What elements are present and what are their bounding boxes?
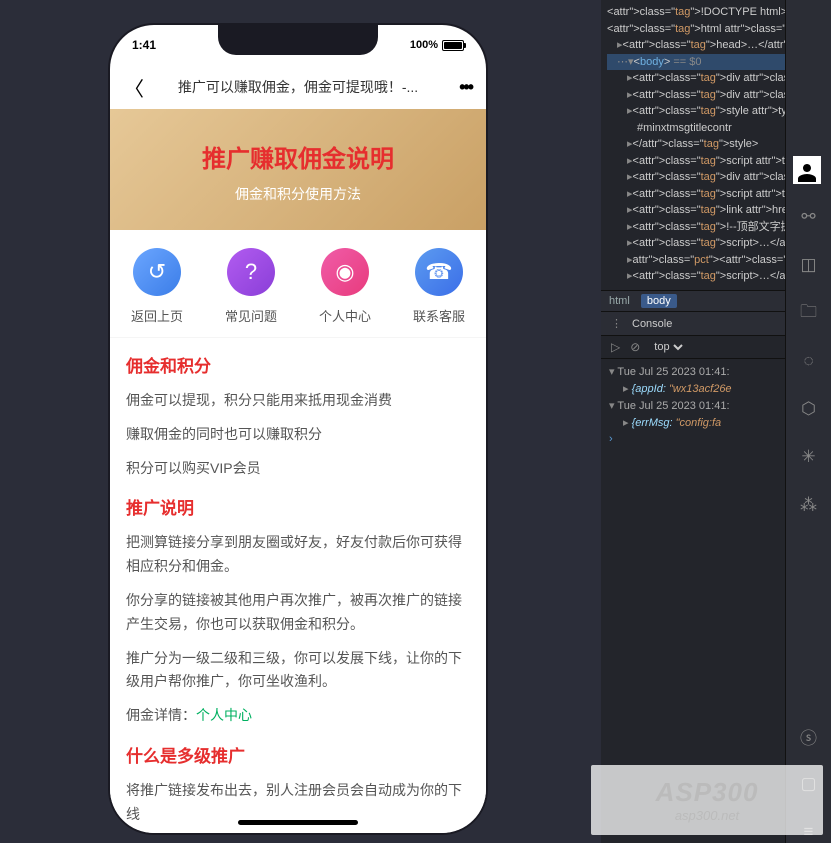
crumb-body[interactable]: body — [641, 294, 677, 308]
folder-icon[interactable]: 🗀 — [798, 302, 820, 324]
hero-banner: 推广赚取佣金说明 佣金和积分使用方法 — [110, 109, 486, 230]
avatar-icon[interactable] — [793, 156, 821, 184]
nav-bar: 〈 推广可以赚取佣金，佣金可提现哦！-... ••• — [110, 65, 486, 109]
battery: 100% — [410, 39, 464, 51]
phone-mockup: 1:41 100% 〈 推广可以赚取佣金，佣金可提现哦！-... ••• 推广赚… — [110, 25, 486, 833]
grid-item-faq-icon[interactable]: ? 常见问题 — [204, 248, 298, 325]
crumb-html[interactable]: html — [609, 295, 630, 307]
paragraph: 佣金可以提现，积分只能用来抵用现金消费 — [126, 389, 470, 413]
menu-button[interactable]: ••• — [459, 77, 472, 98]
context-select[interactable]: top — [650, 340, 686, 354]
page-scroll[interactable]: 推广赚取佣金说明 佣金和积分使用方法 ↺返回上页?常见问题◉个人中心☎联系客服 … — [110, 109, 486, 833]
grid-label: 返回上页 — [110, 306, 204, 325]
notch — [218, 25, 378, 55]
compass-icon[interactable]: ◌ — [798, 350, 820, 372]
paragraph: 积分可以购买VIP会员 — [126, 457, 470, 481]
section-title: 推广说明 — [126, 494, 470, 519]
battery-icon — [442, 40, 464, 51]
grid-label: 联系客服 — [392, 306, 486, 325]
grid-label: 个人中心 — [298, 306, 392, 325]
paragraph: 赚取佣金的同时也可以赚取积分 — [126, 423, 470, 447]
paragraph: 推广分为一级二级和三级，你可以发展下线，让你的下级用户帮你推广，你可坐收渔利。 — [126, 647, 470, 695]
section-title: 什么是多级推广 — [126, 742, 470, 767]
content-area: 佣金和积分佣金可以提现，积分只能用来抵用现金消费赚取佣金的同时也可以赚取积分积分… — [110, 338, 486, 833]
miniprogram-icon[interactable]: ⓢ — [798, 725, 820, 747]
watermark: ASP300 asp300.net — [591, 765, 823, 835]
home-indicator[interactable] — [238, 820, 358, 825]
link-line: 佣金详情：个人中心 — [126, 704, 470, 728]
return-icon: ↺ — [133, 248, 181, 296]
faq-icon: ? — [227, 248, 275, 296]
contacts-icon[interactable]: ⚯ — [798, 206, 820, 228]
quick-nav-grid: ↺ 返回上页? 常见问题 ◉ 个人中心 ☎ 联系客服 — [110, 230, 486, 337]
back-button[interactable]: 〈 — [124, 73, 144, 102]
grid-label: 常见问题 — [204, 306, 298, 325]
personal-center-link[interactable]: 个人中心 — [196, 707, 252, 723]
paragraph: 把测算链接分享到朋友圈或好友，好友付款后你可获得相应积分和佣金。 — [126, 531, 470, 579]
hero-title: 推广赚取佣金说明 — [126, 139, 470, 174]
network-icon[interactable]: ⬡ — [798, 398, 820, 420]
grid-item-service-icon[interactable]: ☎ 联系客服 — [392, 248, 486, 325]
atom-icon[interactable]: ✳ — [798, 446, 820, 468]
page-title: 推广可以赚取佣金，佣金可提现哦！-... — [178, 77, 418, 97]
devtools-panel: <attr">class="tag">!DOCTYPE html><attr">… — [601, 0, 831, 843]
paragraph: 你分享的链接被其他用户再次推广，被再次推广的链接产生交易，你也可以获取佣金和积分… — [126, 589, 470, 637]
grid-item-return-icon[interactable]: ↺ 返回上页 — [110, 248, 204, 325]
spark-icon[interactable]: ⁂ — [798, 494, 820, 516]
section-title: 佣金和积分 — [126, 352, 470, 377]
execute-icon[interactable]: ▷ — [611, 340, 620, 354]
status-time: 1:41 — [132, 38, 156, 52]
cube-icon[interactable]: ◫ — [798, 254, 820, 276]
clear-icon[interactable]: ⊘ — [630, 340, 640, 354]
hero-subtitle: 佣金和积分使用方法 — [126, 184, 470, 204]
service-icon: ☎ — [415, 248, 463, 296]
user-icon: ◉ — [321, 248, 369, 296]
grid-item-user-icon[interactable]: ◉ 个人中心 — [298, 248, 392, 325]
devtools-sidebar: 💬 ⚯ ◫ 🗀 ◌ ⬡ ✳ ⁂ ⓢ ▢ ≡ — [785, 0, 831, 843]
